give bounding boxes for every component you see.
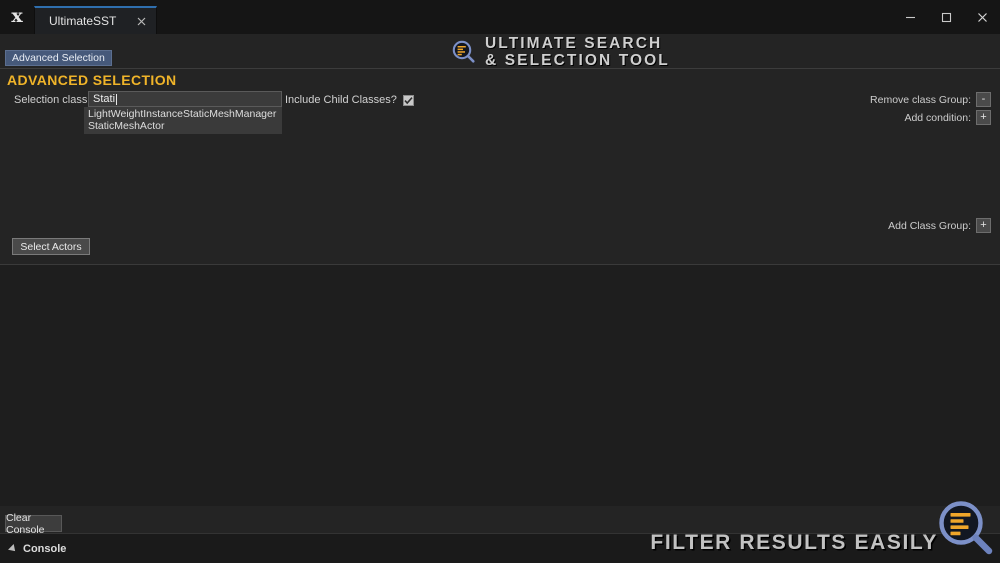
console-label: Console — [23, 542, 67, 555]
magnifier-list-icon — [452, 40, 476, 64]
header-banner: ULTIMATE SEARCH & SELECTION TOOL — [0, 34, 1000, 68]
add-class-group-button[interactable]: + — [976, 218, 991, 233]
select-actors-button[interactable]: Select Actors — [12, 238, 90, 255]
add-condition-button[interactable]: + — [976, 110, 991, 125]
add-class-group-label: Add Class Group: — [888, 219, 971, 232]
clear-console-button[interactable]: Clear Console — [5, 512, 62, 536]
brand-line-2: & SELECTION TOOL — [485, 51, 670, 69]
selection-class-label: Selection class: — [14, 94, 91, 106]
remove-class-group-button[interactable]: - — [976, 92, 991, 107]
console-output-panel[interactable] — [0, 265, 1000, 506]
close-button[interactable] — [964, 0, 1000, 34]
brand-line-1: ULTIMATE SEARCH — [485, 35, 663, 52]
include-child-classes-label: Include Child Classes? — [285, 94, 397, 106]
tab-advanced-selection[interactable]: Advanced Selection — [5, 50, 112, 66]
include-child-classes-row: Include Child Classes? — [285, 94, 414, 106]
minimize-button[interactable] — [892, 0, 928, 34]
console-toolbar: Clear Console — [0, 506, 1000, 536]
remove-class-group-row: Remove class Group: - — [870, 92, 991, 107]
tab-close-icon[interactable] — [134, 14, 148, 28]
add-condition-label: Add condition: — [904, 111, 971, 124]
suggestion-item[interactable]: LightWeightInstanceStaticMeshManager — [88, 108, 282, 120]
add-class-group-row: Add Class Group: + — [888, 218, 991, 233]
tab-ultimatesst[interactable]: UltimateSST — [34, 6, 158, 34]
page-title: ADVANCED SELECTION — [7, 72, 177, 88]
class-suggestion-dropdown[interactable]: LightWeightInstanceStaticMeshManager Sta… — [84, 107, 282, 134]
brand: ULTIMATE SEARCH & SELECTION TOOL — [452, 35, 670, 68]
include-child-classes-checkbox[interactable] — [402, 94, 414, 106]
watermark-magnifier-icon — [937, 499, 995, 557]
triangle-collapse-icon[interactable] — [8, 543, 18, 554]
window-controls — [892, 0, 1000, 34]
unreal-engine-logo-icon: x — [11, 5, 23, 27]
selection-class-input[interactable]: Stati — [88, 91, 282, 107]
title-bar: x UltimateSST — [0, 0, 1000, 34]
remove-class-group-label: Remove class Group: — [870, 93, 971, 106]
advanced-selection-form: Selection class: Stati LightWeightInstan… — [0, 90, 1000, 264]
add-condition-row: Add condition: + — [904, 110, 991, 125]
header-divider — [0, 68, 1000, 69]
window-tab-strip: UltimateSST — [34, 0, 892, 34]
maximize-button[interactable] — [928, 0, 964, 34]
console-section-header[interactable]: Console — [0, 533, 1000, 563]
selection-class-value: Stati — [93, 93, 116, 105]
side-tab-label: Advanced Selection — [12, 52, 105, 64]
application-window: x UltimateSST ULTIMATE SEARCH & SELECTIO… — [0, 0, 1000, 563]
suggestion-item[interactable]: StaticMeshActor — [88, 120, 282, 132]
text-caret — [116, 93, 118, 105]
tab-label: UltimateSST — [49, 14, 117, 28]
